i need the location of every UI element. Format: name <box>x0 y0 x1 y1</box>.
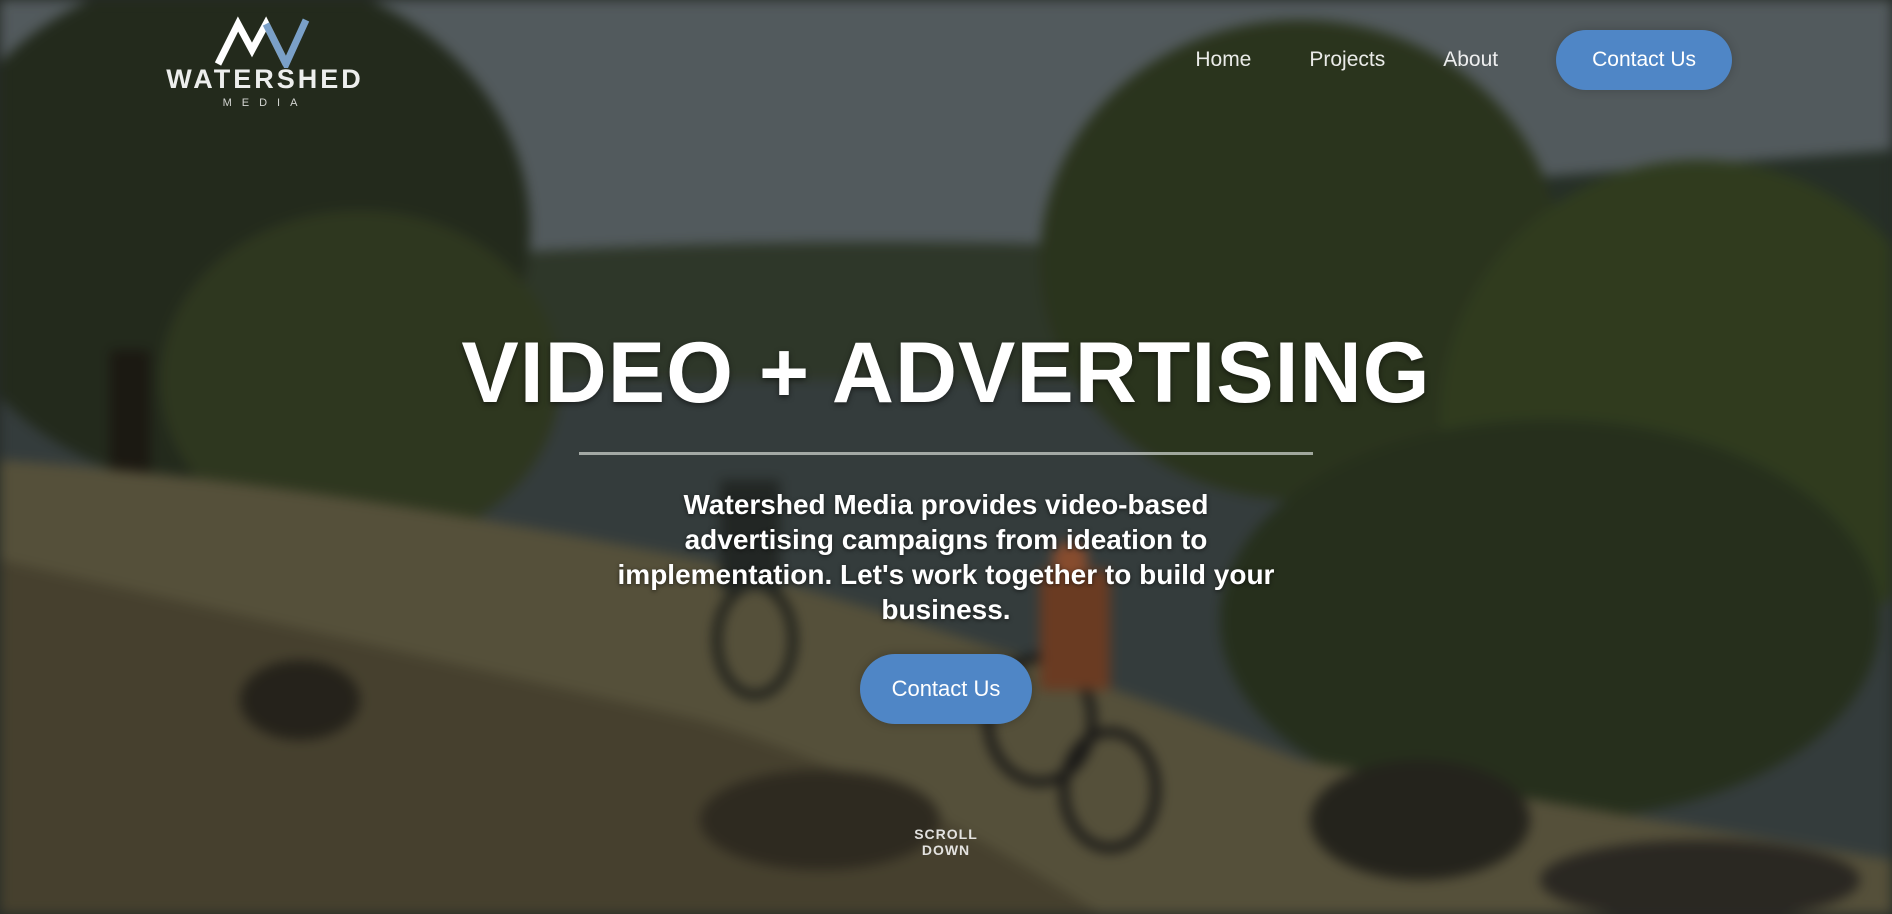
logo-name: WATERSHED <box>166 64 364 94</box>
nav-item-about[interactable]: About <box>1443 48 1498 72</box>
nav-item-projects[interactable]: Projects <box>1309 48 1385 72</box>
nav-item-home[interactable]: Home <box>1195 48 1251 72</box>
logo-mark-icon <box>214 16 310 68</box>
scroll-down-link[interactable]: SCROLL DOWN <box>891 826 1001 858</box>
hero-divider <box>579 452 1313 455</box>
hero-contact-button[interactable]: Contact Us <box>859 654 1033 724</box>
hero-content: VIDEO + ADVERTISING Watershed Media prov… <box>0 330 1892 724</box>
hero-headline: VIDEO + ADVERTISING <box>461 325 1431 421</box>
nav-contact-button[interactable]: Contact Us <box>1556 30 1732 90</box>
logo-subtitle: MEDIA <box>222 97 308 109</box>
hero-tagline: Watershed Media provides video-based adv… <box>617 489 1275 625</box>
site-logo[interactable]: WATERSHED MEDIA <box>160 12 370 109</box>
main-nav: Home Projects About Contact Us <box>1195 30 1732 90</box>
